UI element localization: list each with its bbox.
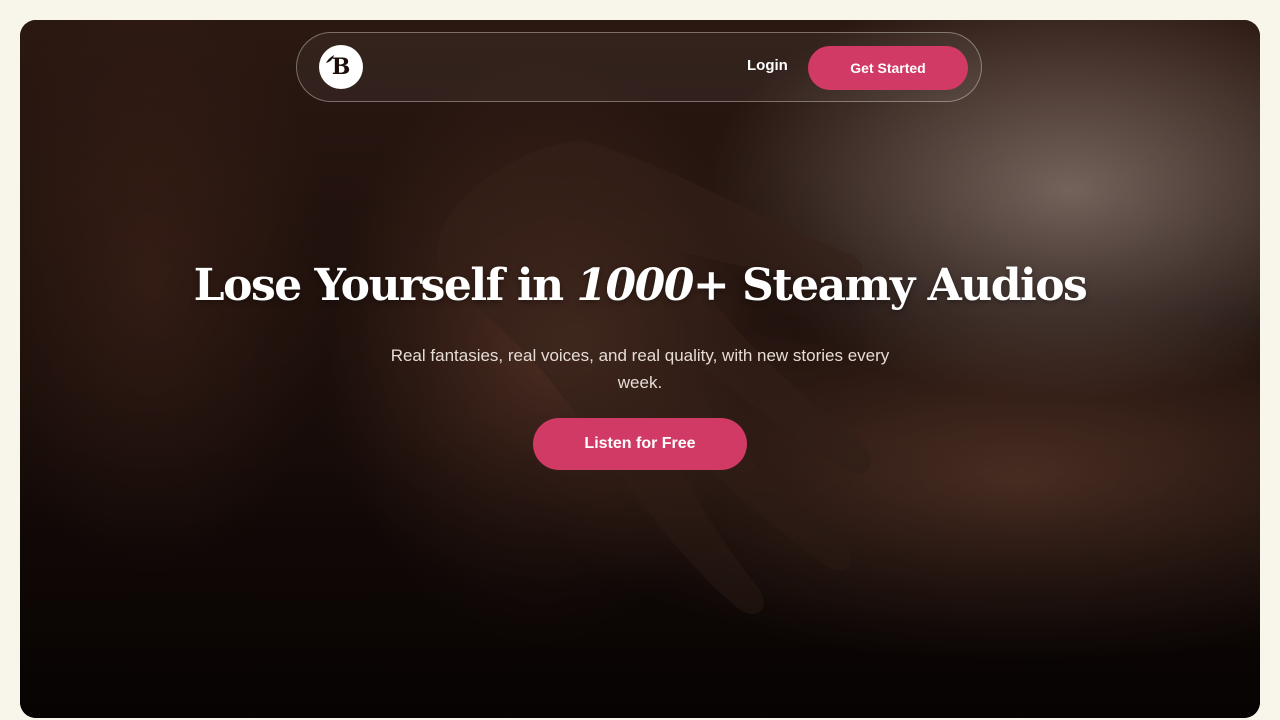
hero-headline: Lose Yourself in 1000+ Steamy Audios: [20, 260, 1260, 311]
hero-section: B Login Get Started Lose Yourself in 100…: [20, 20, 1260, 718]
login-button[interactable]: Login: [747, 57, 788, 74]
headline-emphasis: 1000: [576, 260, 694, 311]
logo-letter: B: [331, 54, 351, 80]
hero-subtitle: Real fantasies, real voices, and real qu…: [390, 346, 890, 392]
headline-prefix: Lose Yourself in: [193, 260, 577, 311]
top-navigation: B Login Get Started: [296, 32, 982, 102]
get-started-button[interactable]: Get Started: [808, 46, 968, 90]
brand-logo[interactable]: B: [319, 45, 363, 89]
headline-suffix: + Steamy Audios: [692, 260, 1088, 311]
listen-for-free-button[interactable]: Listen for Free: [533, 418, 747, 470]
